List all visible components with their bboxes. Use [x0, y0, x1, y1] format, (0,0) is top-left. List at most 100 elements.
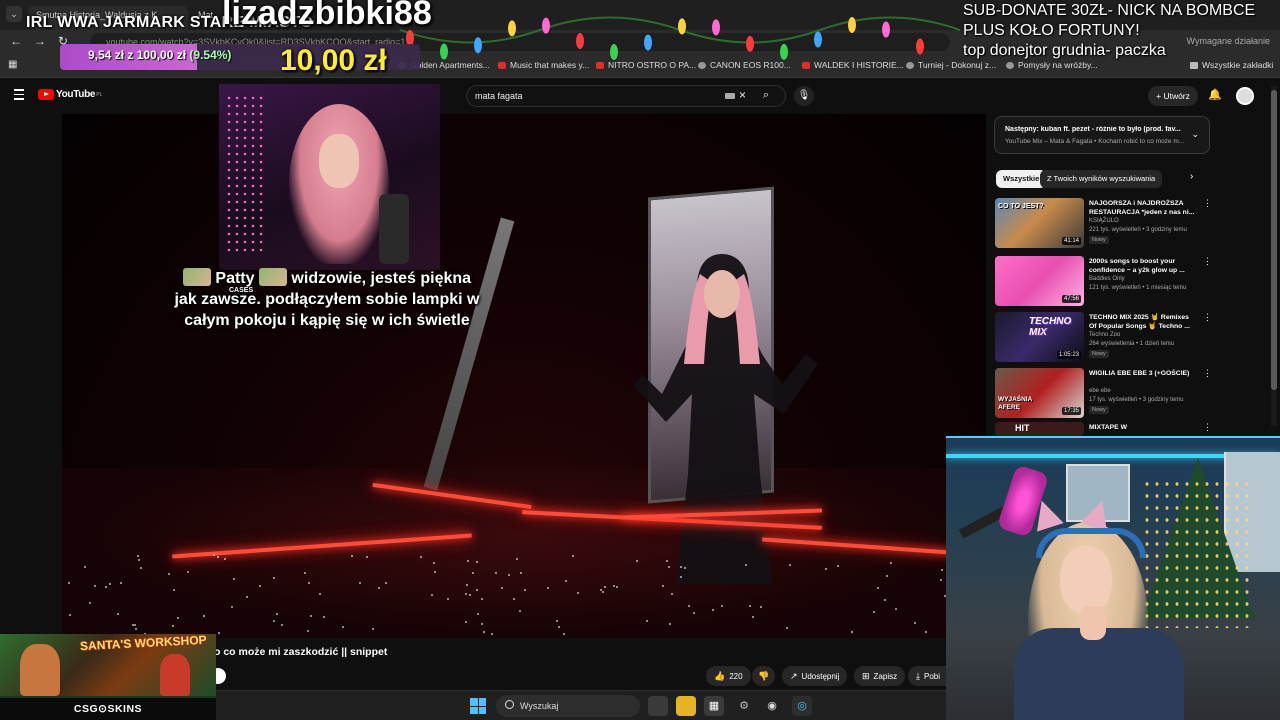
task-view-icon[interactable] [648, 696, 668, 716]
download-button[interactable]: ⤓ Pobi [908, 666, 946, 686]
next-up-box[interactable]: Następny: kuban ft. pezet - różnie to by… [994, 116, 1210, 154]
thumbs-down-icon: 👎 [758, 671, 770, 681]
list-item[interactable]: TECHNO MIX 1:05:23 TECHNO MIX 2025 🤘 Rem… [995, 312, 1212, 364]
sub-donate-info: SUB-DONATE 30ZŁ- NICK NA BOMBCE PLUS KOŁ… [963, 1, 1255, 61]
search-input[interactable]: mata fagata [475, 91, 523, 101]
crowd-light [688, 605, 690, 607]
apps-icon[interactable]: ▦ [8, 59, 17, 70]
search-icon[interactable]: ⌕ [763, 89, 769, 102]
clear-icon[interactable]: × [739, 88, 746, 102]
chip-from-search[interactable]: Z Twoich wyników wyszukiwania [1040, 170, 1163, 188]
mic-icon[interactable]: 🎙 [794, 86, 814, 106]
crowd-light [187, 571, 189, 573]
bookmark[interactable]: WALDEK I HISTORIE... [802, 60, 904, 70]
bookmark[interactable]: NITRO OSTRO O PA... [596, 60, 696, 70]
avatar[interactable] [1236, 87, 1254, 105]
bookmark[interactable]: Turniej - Dokonuj z... [906, 60, 996, 70]
crowd-light [851, 631, 853, 633]
save-button[interactable]: ⊞ Zapisz [854, 666, 906, 686]
create-button[interactable]: + Utwórz [1148, 86, 1198, 106]
taskbar-search[interactable]: Wyszukaj [496, 695, 640, 717]
create-label: Utwórz [1163, 91, 1190, 101]
video-thumbnail[interactable]: 47:56 [995, 256, 1084, 306]
youtube-logo[interactable]: YouTube PL [38, 89, 102, 100]
video-title[interactable]: WIGILIA EBE EBE 3 (+GOŚCIE) [1089, 369, 1197, 378]
list-item[interactable]: WYJAŚNIA AFERĘ 17:35 WIGILIA EBE EBE 3 (… [995, 368, 1212, 420]
crowd-light [281, 624, 283, 626]
video-thumbnail[interactable]: HIT [995, 422, 1084, 436]
chevron-right-icon[interactable]: › [1190, 171, 1193, 182]
video-thumbnail[interactable]: TECHNO MIX 1:05:23 [995, 312, 1084, 362]
download-icon: ⤓ [916, 671, 920, 681]
video-title[interactable]: TECHNO MIX 2025 🤘 Remixes Of Popular Son… [1089, 313, 1197, 331]
like-button[interactable]: 👍 220 [706, 666, 751, 686]
crowd-light [89, 602, 91, 604]
download-label: Pobi [923, 672, 940, 681]
crowd-light [491, 633, 493, 635]
obs-icon[interactable]: ◉ [762, 696, 782, 716]
video-title[interactable]: 2000s songs to boost your confidence ~ a… [1089, 257, 1197, 275]
list-item[interactable]: CO TO JEST? 41:14 NAJGORSZA i NAJDROŻSZA… [995, 198, 1212, 250]
video-player[interactable] [62, 114, 986, 638]
list-item[interactable]: 47:56 2000s songs to boost your confiden… [995, 256, 1212, 308]
channel-name[interactable]: KSIĄŻULO [1089, 218, 1119, 224]
search-box[interactable]: mata fagata × ⌕ [466, 85, 786, 107]
video-meta: 221 tys. wyświetleń • 3 godziny temu [1089, 227, 1187, 233]
crowd-light [134, 624, 136, 626]
crowd-light [760, 606, 762, 608]
settings-gear-icon[interactable]: ⚙ [734, 696, 754, 716]
video-thumbnail[interactable]: CO TO JEST? 41:14 [995, 198, 1084, 248]
crowd-light [886, 575, 888, 577]
windows-start-icon[interactable] [470, 698, 486, 714]
chrome-icon[interactable]: ◎ [792, 696, 812, 716]
dislike-button[interactable]: 👎 [752, 666, 776, 686]
channel-name[interactable]: Techno Zoo [1089, 332, 1120, 338]
crowd-light [680, 566, 682, 568]
channel-name[interactable]: Baddies Only [1089, 276, 1125, 282]
sponsor-character [160, 654, 190, 696]
sub-info-line: SUB-DONATE 30ZŁ- NICK NA BOMBCE [963, 2, 1256, 19]
scrollbar-thumb[interactable] [1271, 90, 1277, 390]
video-thumbnail[interactable]: WYJAŚNIA AFERĘ 17:35 [995, 368, 1084, 418]
more-options-icon[interactable]: ⋮ [1203, 422, 1211, 433]
crowd-light [351, 555, 353, 557]
more-options-icon[interactable]: ⋮ [1203, 368, 1212, 379]
video-title: o co może mi zaszkodzić || snippet [214, 646, 388, 658]
crowd-light [556, 620, 558, 622]
crowd-light [273, 577, 275, 579]
all-bookmarks[interactable]: Wszystkie zakładki [1190, 60, 1273, 70]
video-duration: 1:05:23 [1056, 351, 1081, 359]
forward-icon[interactable]: → [34, 34, 46, 48]
bookmark[interactable]: CANON EOS R100... [698, 60, 791, 70]
chevron-down-icon[interactable]: ⌄ [1191, 129, 1199, 140]
file-explorer-icon[interactable] [676, 696, 696, 716]
keyboard-icon[interactable] [725, 93, 735, 99]
notifications-bell-icon[interactable]: 🔔 [1208, 88, 1222, 101]
more-options-icon[interactable]: ⋮ [1203, 198, 1212, 209]
more-options-icon[interactable]: ⋮ [1203, 256, 1212, 267]
scrollbar[interactable] [1271, 86, 1277, 426]
tab-search-icon[interactable]: ⌄ [6, 6, 22, 22]
crowd-light [472, 572, 474, 574]
crowd-light [636, 560, 638, 562]
crowd-light [259, 585, 261, 587]
next-up-subtitle: YouTube Mix – Mata & Fagata • Kocham rob… [1005, 138, 1185, 145]
search-icon [505, 700, 514, 709]
crowd-light [483, 631, 485, 633]
store-icon[interactable]: ▦ [704, 696, 724, 716]
more-options-icon[interactable]: ⋮ [1203, 312, 1212, 323]
new-badge: Nowy [1089, 406, 1109, 414]
back-icon[interactable]: ← [10, 34, 22, 48]
channel-name[interactable]: ebe ebe [1089, 388, 1111, 394]
menu-icon[interactable] [14, 89, 24, 103]
crowd-light [837, 565, 839, 567]
bookmark[interactable]: Pomysły na wróżby... [1006, 60, 1098, 70]
crowd-light [172, 625, 174, 627]
donation-goal-text: 9,54 zł z 100,00 zł (9.54%) [88, 48, 231, 62]
video-title[interactable]: MIXTAPE W [1089, 423, 1197, 432]
share-button[interactable]: ↗ Udostępnij [782, 666, 848, 686]
video-title[interactable]: NAJGORSZA i NAJDROŻSZA RESTAURACJA *jede… [1089, 199, 1197, 217]
chip-all[interactable]: Wszystkie [996, 170, 1047, 188]
bookmark[interactable]: Music that makes y... [498, 60, 589, 70]
list-item[interactable]: HIT MIXTAPE W ⋮ [995, 422, 1211, 436]
